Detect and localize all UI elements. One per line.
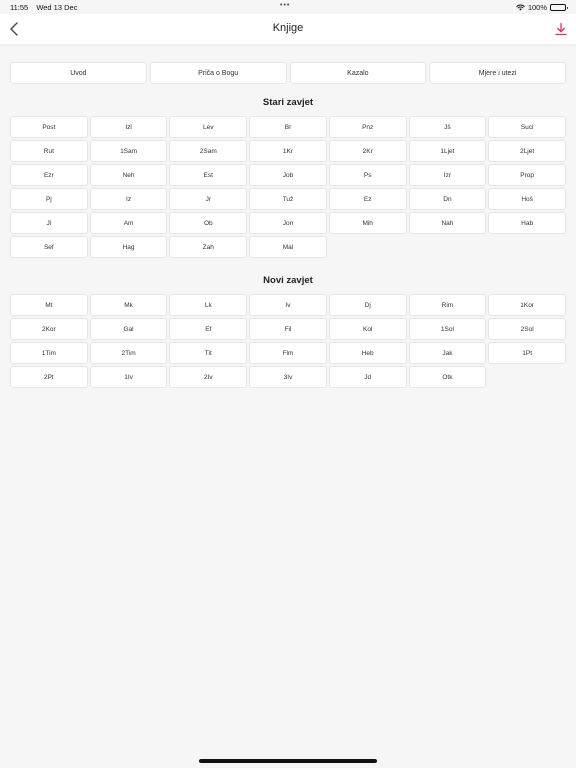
- book-button[interactable]: Tuž: [249, 188, 327, 210]
- book-button[interactable]: Neh: [89, 164, 168, 186]
- old-testament-grid: Post Izl Lev Br Pnz Jš Suci Rut 1Sam 2Sam 1Kr 2Kr 1L…: [10, 116, 566, 258]
- book-button[interactable]: Izl: [89, 116, 168, 138]
- book-button[interactable]: 2Sam: [169, 140, 248, 162]
- book-button[interactable]: Fil: [249, 318, 327, 340]
- book-button[interactable]: Prop: [488, 164, 566, 186]
- book-button[interactable]: Nah: [408, 212, 487, 234]
- book-button[interactable]: Post: [10, 116, 88, 138]
- book-button[interactable]: Jl: [10, 212, 88, 234]
- book-button[interactable]: Est: [169, 164, 248, 186]
- book-button[interactable]: 2Tim: [89, 342, 168, 364]
- home-indicator[interactable]: [199, 759, 377, 763]
- book-button[interactable]: Kol: [328, 318, 407, 340]
- book-button[interactable]: 1Kor: [488, 294, 566, 316]
- book-button[interactable]: Job: [249, 164, 327, 186]
- book-button[interactable]: Sef: [10, 236, 88, 258]
- book-button[interactable]: Rut: [10, 140, 88, 162]
- book-button[interactable]: 2Kr: [328, 140, 407, 162]
- book-button[interactable]: Ef: [169, 318, 248, 340]
- old-testament-title: Stari zavjet: [262, 97, 314, 108]
- book-button[interactable]: Mt: [10, 294, 88, 316]
- book-button[interactable]: 2Iv: [169, 366, 248, 388]
- download-icon[interactable]: [554, 22, 568, 36]
- book-button[interactable]: Br: [249, 116, 327, 138]
- book-button[interactable]: Jak: [408, 342, 487, 364]
- navigation-bar: Knjige: [0, 14, 576, 44]
- book-button[interactable]: Jr: [169, 188, 248, 210]
- book-button[interactable]: Am: [89, 212, 168, 234]
- book-button[interactable]: Hag: [89, 236, 168, 258]
- battery-percentage: 100%: [527, 3, 547, 12]
- book-button[interactable]: Heb: [328, 342, 407, 364]
- book-button[interactable]: 2Kor: [10, 318, 88, 340]
- book-button[interactable]: 1Ljet: [408, 140, 487, 162]
- book-button[interactable]: Hab: [488, 212, 566, 234]
- book-button[interactable]: Lk: [169, 294, 248, 316]
- new-testament-grid: Mt Mk Lk Iv Dj Rim 1Kor 2Kor Gal Ef Fil Kol 1Sol 2Sol…: [10, 294, 566, 388]
- book-button[interactable]: Iv: [249, 294, 327, 316]
- book-button[interactable]: Rim: [408, 294, 487, 316]
- book-button[interactable]: Dn: [408, 188, 487, 210]
- book-button[interactable]: 3Iv: [249, 366, 327, 388]
- info-tabs: Uvod Priča o Bogu Kazalo Mjere i utezi: [10, 62, 566, 84]
- book-button[interactable]: 1Kr: [249, 140, 327, 162]
- status-left: 11:55 Wed 13 Dec: [10, 3, 83, 12]
- book-button[interactable]: Zah: [169, 236, 248, 258]
- tab-prica-o-bogu[interactable]: Priča o Bogu: [149, 62, 287, 84]
- battery-icon: [550, 4, 568, 11]
- book-button[interactable]: 1Sol: [408, 318, 487, 340]
- status-date: Wed 13 Dec: [36, 3, 78, 12]
- book-button[interactable]: Ob: [169, 212, 248, 234]
- book-button[interactable]: Suci: [488, 116, 566, 138]
- book-button[interactable]: Pj: [10, 188, 88, 210]
- book-button[interactable]: Ezr: [10, 164, 88, 186]
- book-button[interactable]: Ez: [328, 188, 407, 210]
- status-bar: 11:55 Wed 13 Dec ••• 100%: [0, 0, 576, 14]
- multitasking-dots[interactable]: •••: [280, 2, 290, 9]
- book-button[interactable]: Jš: [408, 116, 487, 138]
- book-button[interactable]: 2Sol: [488, 318, 566, 340]
- book-button[interactable]: Mih: [328, 212, 407, 234]
- book-button[interactable]: 2Pt: [10, 366, 88, 388]
- book-button[interactable]: Lev: [169, 116, 248, 138]
- book-button[interactable]: Pnz: [328, 116, 407, 138]
- book-button[interactable]: Ps: [328, 164, 407, 186]
- book-button[interactable]: 1Iv: [89, 366, 168, 388]
- book-button[interactable]: Iz: [89, 188, 168, 210]
- book-button[interactable]: Jon: [249, 212, 327, 234]
- book-button[interactable]: 2Ljet: [488, 140, 566, 162]
- wifi-icon: [516, 4, 525, 11]
- page-title: Knjige: [272, 22, 304, 34]
- book-button[interactable]: Mk: [89, 294, 168, 316]
- book-button[interactable]: 1Pt: [488, 342, 566, 364]
- book-button[interactable]: Otk: [408, 366, 487, 388]
- book-button[interactable]: 1Sam: [89, 140, 168, 162]
- book-button[interactable]: Dj: [328, 294, 407, 316]
- book-button[interactable]: Gal: [89, 318, 168, 340]
- status-time: 11:55: [10, 3, 29, 12]
- new-testament-title: Novi zavjet: [263, 275, 313, 286]
- book-button[interactable]: 1Tim: [10, 342, 88, 364]
- tab-mjere-i-utezi[interactable]: Mjere i utezi: [429, 62, 566, 84]
- book-button[interactable]: Jd: [328, 366, 407, 388]
- book-button[interactable]: Flm: [249, 342, 327, 364]
- status-right: 100%: [516, 3, 568, 12]
- book-button[interactable]: Tit: [169, 342, 248, 364]
- book-button[interactable]: Hoš: [488, 188, 566, 210]
- tab-uvod[interactable]: Uvod: [10, 62, 147, 84]
- tab-kazalo[interactable]: Kazalo: [289, 62, 427, 84]
- book-button[interactable]: Izr: [408, 164, 487, 186]
- book-button[interactable]: Mal: [249, 236, 327, 258]
